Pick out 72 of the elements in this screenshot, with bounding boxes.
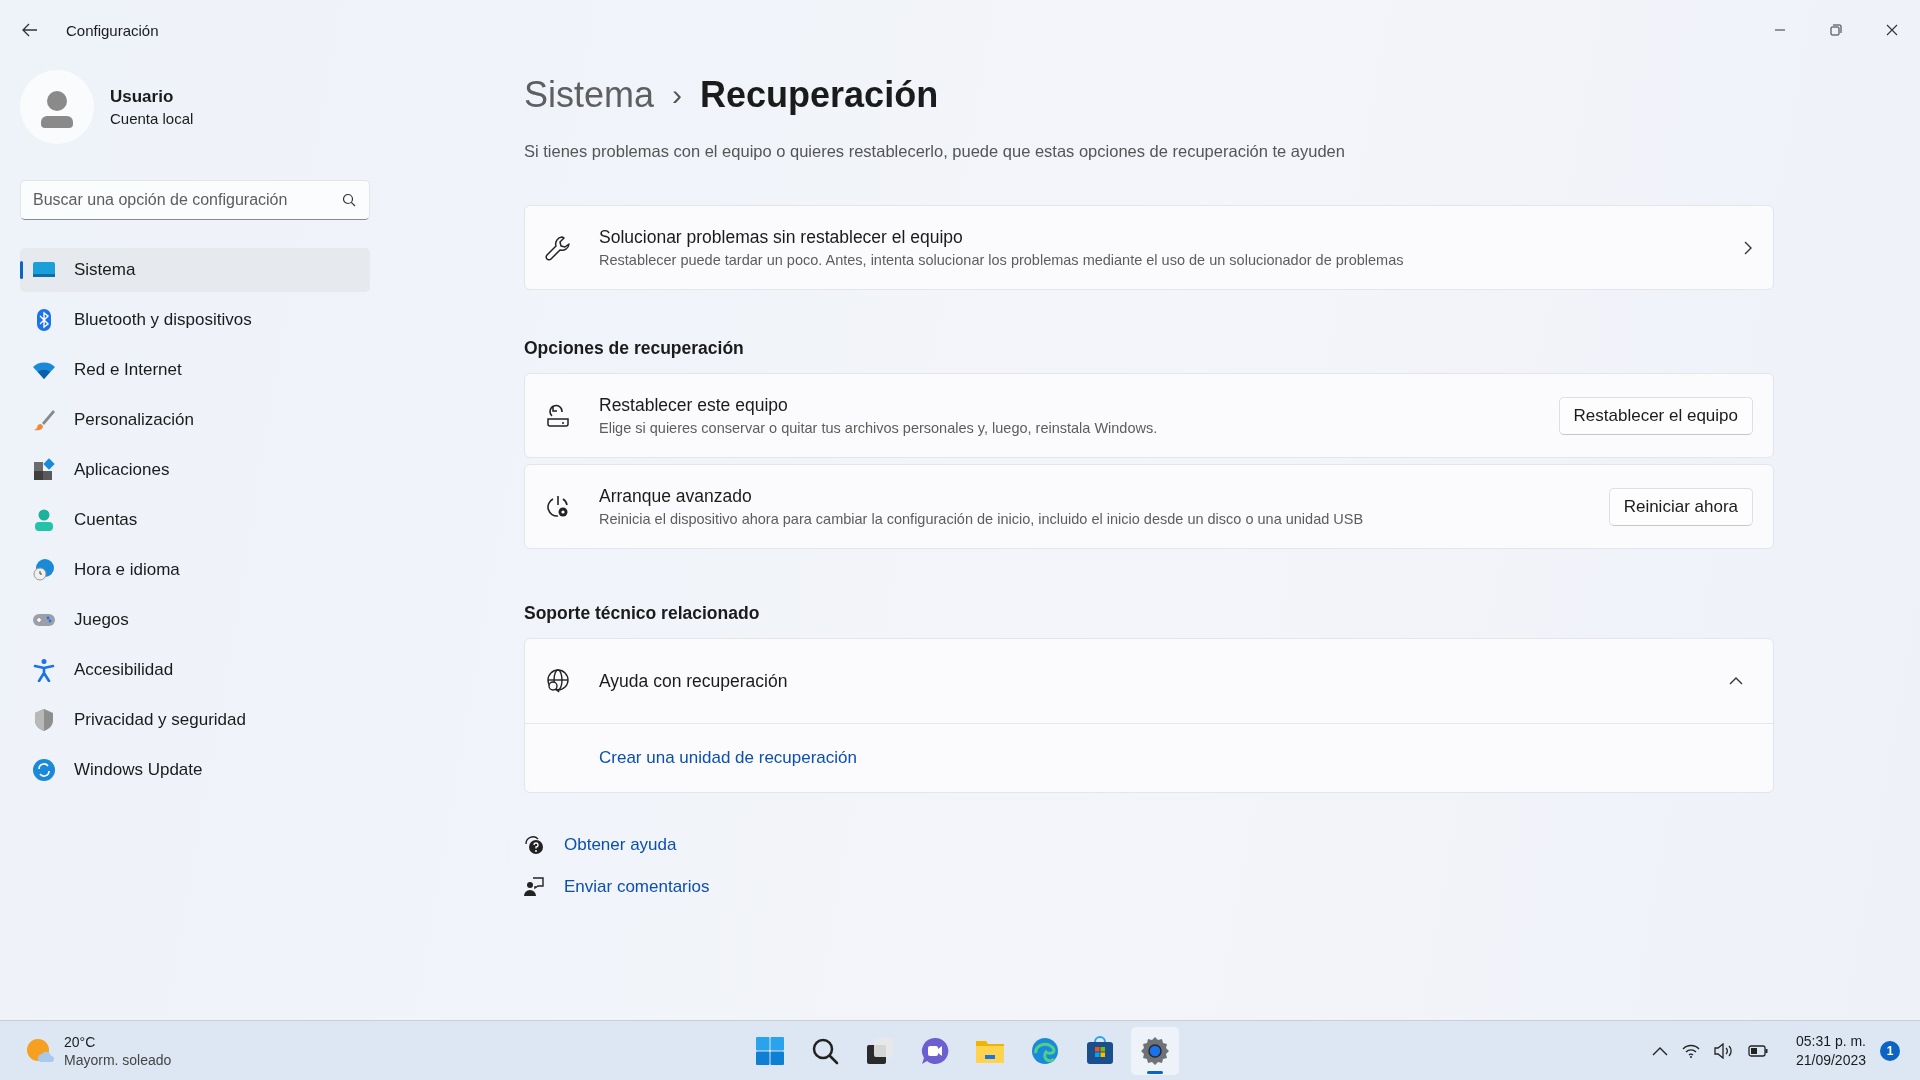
card-description: Reinicia el dispositivo ahora para cambiar la configuración de inicio, incluido el inicio desde un disco o una unidad USB: [599, 511, 1365, 527]
speaker-icon[interactable]: [1713, 1042, 1734, 1059]
browser-icon: [1030, 1036, 1060, 1066]
globe-search-icon: [545, 668, 571, 694]
sun-cloud-icon: [26, 1037, 54, 1064]
search-field[interactable]: Buscar una opción de configuración: [20, 180, 370, 220]
page-title: Recuperación: [700, 74, 939, 116]
card-title: Restablecer este equipo: [599, 395, 789, 416]
action-button[interactable]: Restablecer el equipo: [1558, 396, 1753, 435]
footer-link[interactable]: Obtener ayuda: [564, 835, 677, 855]
search-icon: [810, 1036, 840, 1066]
power-gear-icon: [545, 493, 571, 520]
feedback-icon: [524, 877, 544, 897]
store-bag-icon: [1085, 1036, 1115, 1066]
account-type: Cuenta local: [110, 110, 194, 127]
nav-item[interactable]: Windows Update: [20, 748, 370, 792]
nav-item[interactable]: Personalización: [20, 398, 370, 442]
clock[interactable]: 05:31 p. m. 21/09/2023: [1795, 1033, 1866, 1068]
section-heading: Opciones de recuperación: [524, 338, 745, 359]
weather-condition: Mayorm. soleado: [64, 1051, 172, 1068]
troubleshoot-card[interactable]: Solucionar problemas sin restablecer el equipo Restablecer puede tardar un poco. Antes, intenta solucionar los problemas mediante el uso de un solucionador de problemas: [524, 205, 1774, 290]
card-title: Arranque avanzado: [599, 486, 753, 507]
search-icon: [342, 193, 356, 207]
action-button[interactable]: Reiniciar ahora: [1608, 487, 1753, 526]
user-name: Usuario: [110, 87, 175, 107]
windows-logo-icon: [755, 1036, 785, 1066]
nav-item[interactable]: Aplicaciones: [20, 448, 370, 492]
close-icon[interactable]: [1886, 24, 1898, 36]
footer-link[interactable]: Enviar comentarios: [564, 877, 710, 897]
restore-icon[interactable]: [1830, 24, 1842, 36]
nav-item[interactable]: Juegos: [20, 598, 370, 642]
nav-item[interactable]: Hora e idioma: [20, 548, 370, 592]
help-icon: [524, 835, 544, 855]
wifi-icon[interactable]: [1681, 1043, 1700, 1058]
card-title: Solucionar problemas sin restablecer el equipo: [599, 227, 964, 248]
avatar-icon: [20, 70, 94, 144]
chat-icon: [920, 1036, 950, 1066]
weather-temperature: 20°C: [64, 1033, 97, 1050]
chevron-icon: [1729, 676, 1743, 686]
taskbar-app[interactable]: [1131, 1027, 1179, 1075]
nav-item[interactable]: Privacidad y seguridad: [20, 698, 370, 742]
battery-icon[interactable]: [1747, 1044, 1768, 1057]
chevron-up-icon[interactable]: [1651, 1045, 1668, 1056]
recovery-drive-link[interactable]: Crear una unidad de recuperación: [599, 748, 857, 768]
chevron-right-icon: [1743, 240, 1753, 255]
apps-icon: [32, 458, 56, 482]
expander-title: Ayuda con recuperación: [599, 670, 789, 692]
breadcrumb-separator: ›: [672, 78, 683, 112]
shield-icon: [32, 708, 56, 732]
sync-icon: [32, 758, 56, 782]
globe-clock-icon: [32, 558, 56, 582]
person-icon: [32, 508, 56, 532]
notification-badge[interactable]: 1: [1880, 1040, 1900, 1061]
section-heading: Soporte técnico relacionado: [524, 603, 761, 624]
page-description: Si tienes problemas con el equipo o quieres restablecerlo, puede que estas opciones de recuperación te ayuden: [524, 142, 1346, 161]
wrench-icon: [545, 234, 571, 261]
settings-icon: [1140, 1036, 1170, 1066]
nav-item[interactable]: Red e Internet: [20, 348, 370, 392]
paintbrush-icon: [32, 408, 56, 432]
nav-item[interactable]: Bluetooth y dispositivos: [20, 298, 370, 342]
nav-item[interactable]: Sistema: [20, 248, 370, 292]
accessibility-icon: [32, 658, 56, 682]
expander-header[interactable]: Ayuda con recuperación: [525, 639, 1773, 724]
nav-item[interactable]: Cuentas: [20, 498, 370, 542]
task-view-icon: [865, 1036, 895, 1066]
window-title: Configuración: [66, 21, 159, 39]
breadcrumb-link[interactable]: Sistema: [524, 74, 655, 116]
back-arrow-icon[interactable]: [22, 23, 38, 37]
card-description: Restablecer puede tardar un poco. Antes, intenta solucionar los problemas mediante el uso de un solucionador de problemas: [599, 252, 1405, 268]
nav-item[interactable]: Accesibilidad: [20, 648, 370, 692]
card-description: Elige si quieres conservar o quitar tus archivos personales y, luego, reinstala Windows.: [599, 420, 1159, 436]
laptop-reset-icon: [545, 402, 571, 429]
